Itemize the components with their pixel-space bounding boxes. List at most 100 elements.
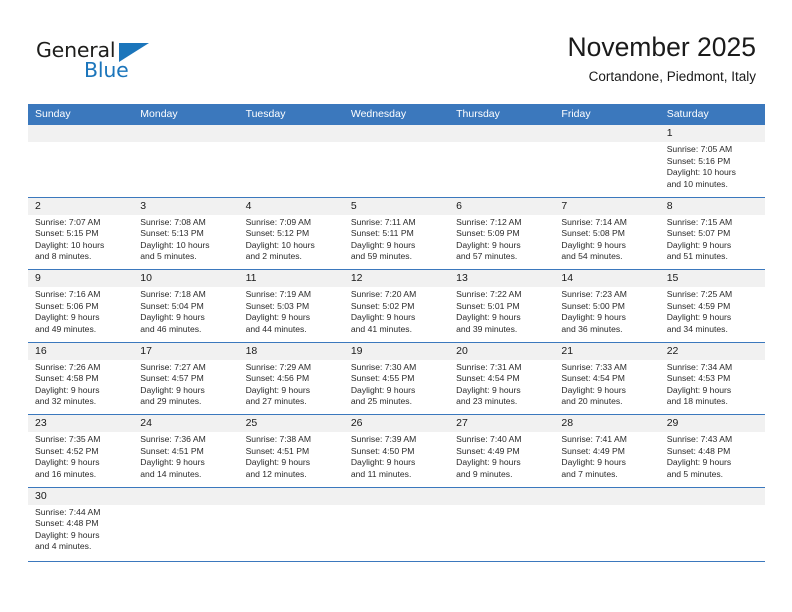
day-number: 10 [140, 272, 152, 284]
day-number-band: 16 [28, 342, 134, 360]
day-number-band: 18 [238, 342, 344, 360]
day-detail-line: Sunset: 4:59 PM [666, 300, 731, 311]
day-detail-lines: Sunrise: 7:31 AM Sunset: 4:54 PM Daylight:… [449, 360, 554, 408]
day-detail-line: Daylight: 9 hours [666, 312, 732, 323]
day-detail-lines: Sunrise: 7:09 AM Sunset: 5:12 PM Daylight:… [239, 215, 344, 263]
weekday-header-tuesday: Tuesday [245, 108, 286, 120]
day-detail-line: Sunset: 4:57 PM [140, 373, 204, 384]
day-detail-line: Daylight: 9 hours [350, 312, 416, 323]
day-detail-line: Sunrise: 7:08 AM [140, 216, 206, 227]
weekday-header-monday: Monday [140, 108, 178, 120]
day-detail-line: Daylight: 10 hours [666, 167, 736, 178]
calendar-day-cell-9[interactable]: 9 Sunrise: 7:16 AM Sunset: 5:06 PM Daylight… [28, 270, 134, 342]
calendar-day-cell-21[interactable]: 21 Sunrise: 7:33 AM Sunset: 4:54 PM Dayligh… [554, 342, 660, 415]
calendar-day-cell-17[interactable]: 17 Sunrise: 7:27 AM Sunset: 4:57 PM Dayligh… [133, 342, 239, 415]
day-detail-line: Sunset: 5:02 PM [350, 300, 415, 311]
calendar-day-cell-5[interactable]: 5 Sunrise: 7:11 AM Sunset: 5:11 PM Daylight… [343, 197, 450, 270]
calendar-day-cell-2[interactable]: 2 Sunrise: 7:07 AM Sunset: 5:15 PM Daylight… [28, 197, 134, 270]
calendar-day-cell-25[interactable]: 25 Sunrise: 7:38 AM Sunset: 4:51 PM Dayligh… [238, 415, 344, 487]
day-number-band: 28 [554, 415, 660, 432]
day-detail-line: Daylight: 9 hours [561, 312, 626, 323]
calendar-day-cell-19[interactable]: 19 Sunrise: 7:30 AM Sunset: 4:55 PM Dayligh… [343, 342, 450, 415]
calendar-day-cell-1[interactable]: 1 Sunrise: 7:05 AM Sunset: 5:16 PM Daylight… [659, 125, 765, 197]
calendar-day-cell-23[interactable]: 23 Sunrise: 7:35 AM Sunset: 4:52 PM Dayligh… [28, 415, 134, 487]
calendar-day-cell-16[interactable]: 16 Sunrise: 7:26 AM Sunset: 4:58 PM Dayligh… [28, 342, 134, 415]
day-detail-lines: Sunrise: 7:16 AM Sunset: 5:06 PM Daylight:… [28, 287, 133, 335]
general-blue-logo[interactable]: General Blue [36, 38, 226, 88]
calendar-day-cell-4[interactable]: 4 Sunrise: 7:09 AM Sunset: 5:12 PM Daylight… [238, 197, 344, 270]
day-detail-line: Sunset: 4:50 PM [350, 445, 415, 456]
calendar-day-cell-28[interactable]: 28 Sunrise: 7:41 AM Sunset: 4:49 PM Dayligh… [554, 415, 660, 487]
calendar-day-cell-13[interactable]: 13 Sunrise: 7:22 AM Sunset: 5:01 PM Dayligh… [449, 270, 555, 342]
calendar-day-cell-15[interactable]: 15 Sunrise: 7:25 AM Sunset: 4:59 PM Dayligh… [659, 270, 765, 342]
title-block: November 2025 Cortandone, Piedmont, Ital… [567, 30, 756, 88]
calendar-day-cell-7[interactable]: 7 Sunrise: 7:14 AM Sunset: 5:08 PM Daylight… [554, 197, 660, 270]
day-detail-line: and 16 minutes. [35, 468, 97, 479]
day-number: 15 [666, 272, 679, 284]
day-detail-line: Daylight: 9 hours [245, 312, 311, 323]
calendar-week-row: 2 Sunrise: 7:07 AM Sunset: 5:15 PM Daylight… [28, 197, 765, 270]
calendar-day-cell-14[interactable]: 14 Sunrise: 7:23 AM Sunset: 5:00 PM Dayligh… [554, 270, 660, 342]
calendar-day-cell-empty [449, 125, 555, 197]
day-number: 6 [456, 199, 462, 212]
calendar-day-cell-empty [133, 125, 239, 197]
calendar-day-cell-27[interactable]: 27 Sunrise: 7:40 AM Sunset: 4:49 PM Dayligh… [449, 415, 555, 487]
day-number-band: 5 [343, 197, 450, 215]
day-number-band: 26 [343, 415, 450, 432]
day-detail-line: and 27 minutes. [245, 396, 307, 407]
day-detail-line: Daylight: 9 hours [350, 384, 416, 395]
day-number-band [238, 125, 344, 142]
day-detail-line: Sunset: 5:04 PM [140, 300, 204, 311]
day-detail-line: Sunset: 5:08 PM [561, 228, 625, 239]
day-detail-line: Daylight: 9 hours [666, 457, 732, 468]
day-number-band: 22 [659, 342, 765, 360]
day-detail-line: and 12 minutes. [245, 468, 307, 479]
day-detail-lines: Sunrise: 7:30 AM Sunset: 4:55 PM Daylight:… [344, 360, 449, 408]
day-detail-line: Daylight: 9 hours [35, 312, 100, 323]
day-detail-line: and 5 minutes. [140, 251, 197, 262]
day-detail-lines: Sunrise: 7:41 AM Sunset: 4:49 PM Daylight:… [554, 432, 659, 480]
day-detail-line: and 57 minutes. [456, 251, 518, 262]
day-detail-line: Daylight: 9 hours [140, 312, 205, 323]
day-number: 28 [561, 417, 574, 429]
day-number-band [554, 487, 660, 505]
calendar-day-cell-8[interactable]: 8 Sunrise: 7:15 AM Sunset: 5:07 PM Daylight… [659, 197, 765, 270]
day-detail-line: Daylight: 10 hours [35, 239, 105, 250]
calendar-day-cell-24[interactable]: 24 Sunrise: 7:36 AM Sunset: 4:51 PM Dayligh… [133, 415, 239, 487]
calendar-day-cell-29[interactable]: 29 Sunrise: 7:43 AM Sunset: 4:48 PM Dayligh… [659, 415, 765, 487]
calendar-day-cell-26[interactable]: 26 Sunrise: 7:39 AM Sunset: 4:50 PM Dayligh… [343, 415, 450, 487]
weekday-header-sunday: Sunday [35, 108, 71, 120]
day-number-band [343, 487, 450, 505]
day-number: 23 [35, 417, 47, 429]
calendar-day-cell-11[interactable]: 11 Sunrise: 7:19 AM Sunset: 5:03 PM Dayligh… [238, 270, 344, 342]
day-detail-line: and 7 minutes. [561, 468, 618, 479]
calendar-day-cell-20[interactable]: 20 Sunrise: 7:31 AM Sunset: 4:54 PM Dayligh… [449, 342, 555, 415]
day-number: 29 [666, 417, 679, 429]
day-detail-line: and 4 minutes. [35, 541, 92, 552]
day-detail-line: Sunset: 5:00 PM [561, 300, 625, 311]
calendar-day-cell-22[interactable]: 22 Sunrise: 7:34 AM Sunset: 4:53 PM Dayligh… [659, 342, 765, 415]
calendar-day-cell-6[interactable]: 6 Sunrise: 7:12 AM Sunset: 5:09 PM Daylight… [449, 197, 555, 270]
calendar-day-cell-empty [554, 487, 660, 561]
day-detail-line: Sunrise: 7:23 AM [561, 289, 627, 299]
day-number: 24 [140, 417, 152, 429]
calendar-day-cell-30[interactable]: 30 Sunrise: 7:44 AM Sunset: 4:48 PM Dayligh… [28, 487, 134, 561]
day-detail-lines: Sunrise: 7:07 AM Sunset: 5:15 PM Daylight:… [28, 215, 133, 263]
day-number-band: 19 [343, 342, 450, 360]
calendar-day-cell-18[interactable]: 18 Sunrise: 7:29 AM Sunset: 4:56 PM Dayligh… [238, 342, 344, 415]
day-detail-line: Sunrise: 7:40 AM [456, 434, 522, 444]
day-number: 3 [140, 199, 147, 212]
calendar-day-cell-empty [238, 125, 344, 197]
day-detail-line: and 2 minutes. [245, 251, 302, 262]
day-number-band: 12 [343, 270, 450, 287]
calendar-day-cell-3[interactable]: 3 Sunrise: 7:08 AM Sunset: 5:13 PM Daylight… [133, 197, 239, 270]
calendar-day-cell-10[interactable]: 10 Sunrise: 7:18 AM Sunset: 5:04 PM Dayligh… [133, 270, 239, 342]
calendar-day-cell-12[interactable]: 12 Sunrise: 7:20 AM Sunset: 5:02 PM Dayligh… [343, 270, 450, 342]
day-number: 19 [350, 344, 363, 357]
day-number-band: 9 [28, 270, 134, 287]
day-detail-line: Daylight: 9 hours [456, 457, 521, 468]
day-detail-lines: Sunrise: 7:11 AM Sunset: 5:11 PM Daylight:… [344, 215, 449, 263]
day-detail-line: and 25 minutes. [350, 396, 412, 407]
calendar-week-row: 30 Sunrise: 7:44 AM Sunset: 4:48 PM Dayligh… [28, 487, 765, 562]
calendar-weeks: 1 Sunrise: 7:05 AM Sunset: 5:16 PM Daylight… [28, 125, 765, 562]
